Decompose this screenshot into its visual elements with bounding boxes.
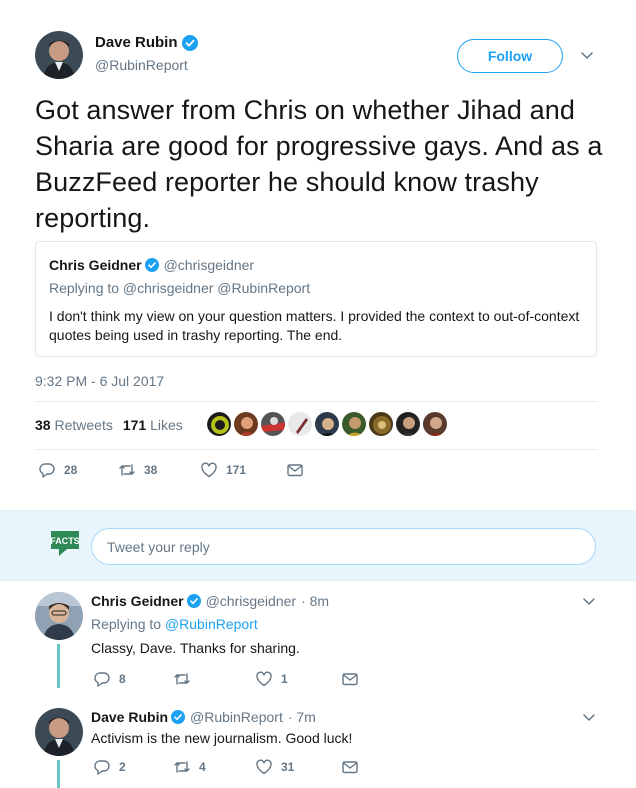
reply-composer: FACTS — [0, 510, 636, 581]
like-icon — [256, 671, 272, 687]
liker-avatar[interactable] — [206, 411, 232, 437]
liker-avatar[interactable] — [233, 411, 259, 437]
reply-author-avatar[interactable] — [35, 708, 83, 756]
quoted-author-name: Chris Geidner — [49, 257, 142, 273]
replying-prefix: Replying to — [91, 616, 162, 632]
reply-text: Activism is the new journalism. Good luc… — [91, 730, 353, 746]
verified-badge-icon — [181, 34, 198, 51]
retweet-button[interactable]: 38 — [118, 461, 200, 479]
liker-avatar[interactable] — [341, 411, 367, 437]
reply-time[interactable]: · 7m — [288, 709, 316, 725]
reply-button[interactable]: 2 — [93, 758, 173, 776]
composer-avatar-text: FACTS — [50, 536, 80, 546]
tweet-timestamp[interactable]: 9:32 PM - 6 Jul 2017 — [35, 373, 164, 389]
direct-message-button[interactable] — [341, 758, 359, 776]
reply-author-name[interactable]: Chris Geidner — [91, 593, 184, 609]
composer-avatar: FACTS — [50, 531, 80, 556]
reply-author-handle[interactable]: @RubinReport — [190, 709, 283, 725]
direct-message-icon — [287, 464, 303, 477]
reply-actions: 8 1 — [93, 670, 359, 688]
follow-button[interactable]: Follow — [457, 39, 563, 73]
main-tweet: Dave Rubin @RubinReport Follow Got answe… — [0, 0, 636, 510]
quoted-text: I don't think my view on your question m… — [49, 308, 580, 343]
like-count: 31 — [281, 760, 295, 774]
chevron-down-icon[interactable] — [580, 708, 598, 726]
quoted-replying-to: Replying to @chrisgeidner @RubinReport — [49, 280, 311, 296]
like-button[interactable]: 171 — [200, 461, 286, 479]
quoted-author: Chris Geidner @chrisgeidner — [49, 257, 254, 273]
retweet-icon — [174, 673, 190, 685]
reply-author: Dave Rubin @RubinReport · 7m — [91, 709, 316, 725]
reply-count: 2 — [119, 760, 126, 774]
chevron-down-icon[interactable] — [578, 46, 596, 64]
reply-icon — [94, 672, 110, 687]
direct-message-icon — [342, 673, 358, 686]
direct-message-button[interactable] — [286, 461, 304, 479]
reply-actions: 2 4 31 — [93, 758, 359, 776]
retweet-icon — [119, 464, 135, 476]
liker-avatar[interactable] — [422, 411, 448, 437]
like-count: 171 — [226, 463, 247, 477]
reply-count: 8 — [119, 672, 126, 686]
author-handle[interactable]: @RubinReport — [95, 57, 188, 73]
divider — [35, 401, 598, 402]
thread-line — [57, 760, 60, 788]
liker-avatar[interactable] — [395, 411, 421, 437]
reply-count: 28 — [64, 463, 78, 477]
reply-author: Chris Geidner @chrisgeidner · 8m — [91, 593, 329, 609]
divider — [35, 449, 598, 450]
like-icon — [201, 462, 217, 478]
likes-label: Likes — [150, 417, 183, 433]
reply-author-avatar[interactable] — [35, 592, 83, 640]
author-name-text[interactable]: Dave Rubin — [95, 34, 178, 51]
liker-avatars — [206, 411, 448, 437]
retweet-button[interactable]: 4 — [173, 758, 255, 776]
chevron-down-icon[interactable] — [580, 592, 598, 610]
author-name[interactable]: Dave Rubin — [95, 34, 198, 51]
reply-tweet[interactable]: Dave Rubin @RubinReport · 7m Activism is… — [0, 698, 636, 788]
direct-message-button[interactable] — [341, 670, 359, 688]
liker-avatar[interactable] — [368, 411, 394, 437]
liker-avatar[interactable] — [260, 411, 286, 437]
like-count: 1 — [281, 672, 288, 686]
retweets-count: 38 — [35, 417, 51, 433]
verified-badge-icon — [144, 258, 159, 272]
reply-button[interactable]: 8 — [93, 670, 173, 688]
verified-badge-icon — [186, 594, 201, 608]
engagement-stats: 38 Retweets 171 Likes — [35, 417, 183, 433]
retweets-label: Retweets — [54, 417, 113, 433]
reply-author-name[interactable]: Dave Rubin — [91, 709, 168, 725]
retweet-icon — [174, 761, 190, 773]
quoted-tweet[interactable]: Chris Geidner @chrisgeidner Replying to … — [35, 241, 597, 357]
reply-tweet[interactable]: Chris Geidner @chrisgeidner · 8m Replyin… — [0, 582, 636, 692]
retweet-count: 4 — [199, 760, 206, 774]
tweet-text: Got answer from Chris on whether Jihad a… — [35, 95, 603, 233]
direct-message-icon — [342, 761, 358, 774]
author-avatar[interactable] — [35, 31, 83, 79]
quoted-author-handle: @chrisgeidner — [163, 257, 255, 273]
liker-avatar[interactable] — [287, 411, 313, 437]
retweets-stat[interactable]: 38 Retweets — [35, 417, 113, 433]
replying-handle-link[interactable]: @RubinReport — [165, 616, 258, 632]
thread-line — [57, 644, 60, 688]
liker-avatar[interactable] — [314, 411, 340, 437]
reply-text: Classy, Dave. Thanks for sharing. — [91, 640, 300, 656]
reply-icon — [39, 463, 55, 478]
like-button[interactable]: 31 — [255, 758, 341, 776]
retweet-button[interactable] — [173, 670, 255, 688]
like-icon — [256, 759, 272, 775]
tweet-actions: 28 38 171 — [38, 461, 304, 479]
reply-button[interactable]: 28 — [38, 461, 118, 479]
likes-count: 171 — [122, 417, 147, 433]
reply-input[interactable] — [91, 528, 596, 565]
retweet-count: 38 — [144, 463, 158, 477]
reply-icon — [94, 760, 110, 775]
verified-badge-icon — [171, 710, 186, 724]
reply-replying-to: Replying to @RubinReport — [91, 616, 258, 632]
likes-stat[interactable]: 171 Likes — [123, 417, 183, 433]
like-button[interactable]: 1 — [255, 670, 341, 688]
reply-author-handle[interactable]: @chrisgeidner — [206, 593, 296, 609]
reply-time[interactable]: · 8m — [301, 593, 329, 609]
